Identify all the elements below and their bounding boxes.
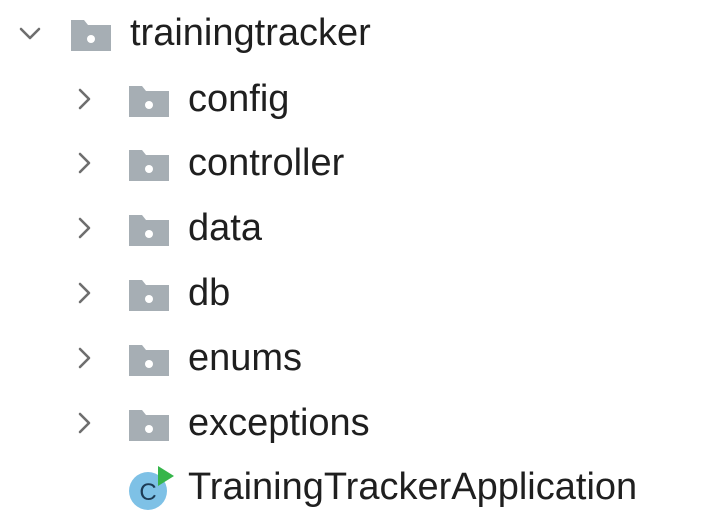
tree-node-root[interactable]: trainingtracker bbox=[0, 2, 712, 64]
chevron-down-icon[interactable] bbox=[14, 17, 46, 49]
chevron-right-icon[interactable] bbox=[68, 83, 100, 115]
folder-icon bbox=[70, 18, 112, 52]
folder-icon bbox=[128, 148, 170, 182]
tree-node-exceptions[interactable]: exceptions bbox=[0, 392, 712, 454]
tree-node-config[interactable]: config bbox=[0, 68, 712, 130]
chevron-right-icon[interactable] bbox=[68, 407, 100, 439]
tree-node-label: controller bbox=[188, 142, 345, 184]
tree-node-label: exceptions bbox=[188, 402, 370, 444]
tree-node-label: trainingtracker bbox=[130, 12, 371, 54]
folder-icon bbox=[128, 213, 170, 247]
tree-node-label: config bbox=[188, 78, 290, 120]
tree-node-data[interactable]: data bbox=[0, 197, 712, 259]
chevron-right-icon[interactable] bbox=[68, 147, 100, 179]
tree-node-label: db bbox=[188, 272, 231, 314]
project-tree: trainingtracker config controller data d… bbox=[0, 0, 712, 510]
chevron-right-icon[interactable] bbox=[68, 212, 100, 244]
chevron-right-icon[interactable] bbox=[68, 342, 100, 374]
class-icon-letter: C bbox=[139, 479, 156, 506]
tree-node-db[interactable]: db bbox=[0, 262, 712, 324]
tree-node-label: enums bbox=[188, 337, 303, 379]
folder-icon bbox=[128, 408, 170, 442]
chevron-right-icon[interactable] bbox=[68, 277, 100, 309]
folder-icon bbox=[128, 84, 170, 118]
tree-node-label: data bbox=[188, 207, 262, 249]
folder-icon bbox=[128, 278, 170, 312]
tree-node-controller[interactable]: controller bbox=[0, 132, 712, 194]
spring-boot-class-icon: C bbox=[127, 464, 175, 510]
folder-icon bbox=[128, 343, 170, 377]
tree-node-enums[interactable]: enums bbox=[0, 327, 712, 389]
tree-node-application-class[interactable]: C TrainingTrackerApplication bbox=[0, 456, 712, 510]
tree-node-label: TrainingTrackerApplication bbox=[188, 466, 638, 508]
